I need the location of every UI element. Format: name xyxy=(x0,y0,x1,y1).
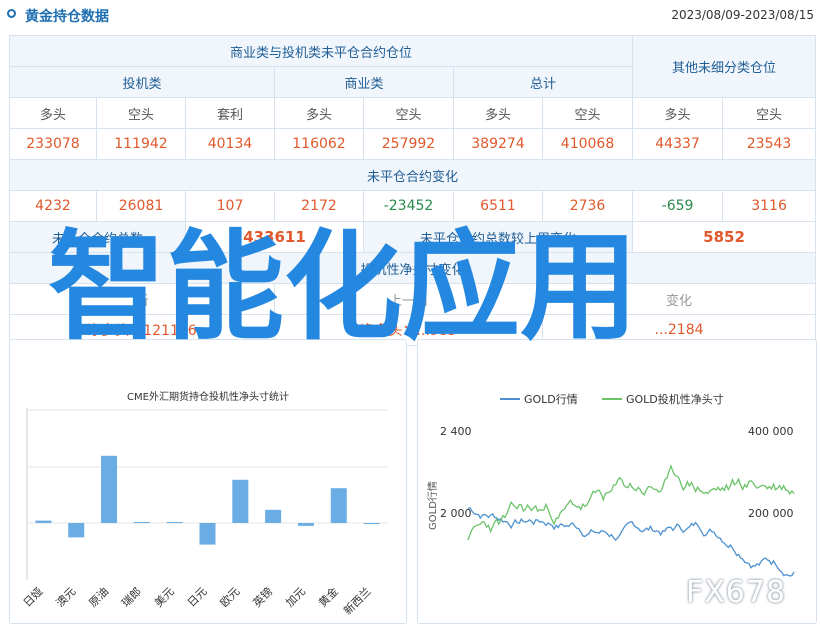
header-total: 总计 xyxy=(452,66,634,98)
column-header: 空头 xyxy=(541,97,634,129)
position-value: 111942 xyxy=(96,128,186,160)
change-value: -659 xyxy=(632,190,724,222)
circle-icon xyxy=(7,9,16,18)
bar-1 xyxy=(68,523,85,538)
column-header: 多头 xyxy=(453,97,543,129)
column-header: 空头 xyxy=(96,97,186,129)
page-header: 黄金持仓数据 2023/08/09-2023/08/15 xyxy=(0,0,820,30)
overlay-banner-text: 智能化应用 xyxy=(48,218,639,356)
bar-9 xyxy=(330,488,347,523)
bar-chart: CME外汇期货持仓投机性净头寸统计 日娅 澳元 原油 瑞郎 美元 日元 欧元 英镑 加元 黄金 新西… xyxy=(20,390,388,617)
bar-6 xyxy=(232,479,249,523)
x-tick-label: 美元 xyxy=(152,585,177,610)
x-tick-label: 黄金 xyxy=(315,584,340,609)
net-position-chart-panel: CME外汇期货持仓投机性净头寸统计 日娅 澳元 原油 瑞郎 美元 日元 欧元 英镑 加元 黄金 新西… xyxy=(9,339,407,624)
bar-3 xyxy=(133,522,150,523)
header-other: 其他未细分类仓位 xyxy=(632,35,817,98)
change-value: -23452 xyxy=(363,190,454,222)
x-tick-label: 欧元 xyxy=(218,585,243,610)
right-axis-tick: 200 000 xyxy=(748,507,794,520)
right-axis-tick: 400 000 xyxy=(748,425,794,438)
bar-7 xyxy=(265,509,282,523)
change-value: 2172 xyxy=(274,190,364,222)
x-tick-label: 加元 xyxy=(283,585,308,610)
watermark: FX678 xyxy=(686,575,787,610)
column-header: 空头 xyxy=(722,97,817,129)
x-tick-label: 瑞郎 xyxy=(119,584,144,609)
x-tick-label: 英镑 xyxy=(250,584,275,609)
column-header: 套利 xyxy=(185,97,275,129)
legend-net: GOLD投机性净头寸 xyxy=(626,392,724,406)
date-range: 2023/08/09-2023/08/15 xyxy=(671,8,814,22)
x-tick-label: 新西兰 xyxy=(340,584,373,617)
position-value: 233078 xyxy=(9,128,97,160)
change-value: 107 xyxy=(185,190,275,222)
change-value: 6511 xyxy=(453,190,543,222)
series-line-net xyxy=(467,464,795,541)
column-header: 多头 xyxy=(632,97,724,129)
x-tick-label: 日元 xyxy=(185,585,210,610)
position-value: 257992 xyxy=(363,128,454,160)
change-value: 3116 xyxy=(722,190,817,222)
change-value: 2736 xyxy=(541,190,634,222)
left-axis-tick: 2 000 xyxy=(440,507,472,520)
bar-2 xyxy=(101,455,118,523)
bar-4 xyxy=(166,522,183,523)
change-value: 4232 xyxy=(9,190,97,222)
position-value: 44337 xyxy=(632,128,724,160)
position-value: 389274 xyxy=(453,128,543,160)
x-tick-label: 原油 xyxy=(86,584,111,609)
change-value: 26081 xyxy=(96,190,186,222)
bar-5 xyxy=(199,523,216,545)
position-value: 116062 xyxy=(274,128,364,160)
position-value: 40134 xyxy=(185,128,275,160)
weekly-change-value: 5852 xyxy=(632,221,817,253)
bar-10 xyxy=(363,523,380,524)
page-title: 黄金持仓数据 xyxy=(25,9,109,25)
chart-title: CME外汇期货持仓投机性净头寸统计 xyxy=(127,390,289,403)
column-header: 空头 xyxy=(363,97,454,129)
position-value: 23543 xyxy=(722,128,817,160)
bar-8 xyxy=(297,523,314,526)
series-line-gold xyxy=(467,507,795,577)
legend-gold: GOLD行情 xyxy=(524,393,578,406)
left-axis-tick: 2 400 xyxy=(440,425,472,438)
header-speculative: 投机类 xyxy=(9,66,275,98)
bar-0 xyxy=(35,520,52,523)
left-axis-label: GOLD行情 xyxy=(426,481,439,530)
change-section-title: 未平仓合约变化 xyxy=(8,159,817,191)
column-header: 多头 xyxy=(274,97,364,129)
x-tick-label: 澳元 xyxy=(54,585,79,610)
header-commercial-speculative: 商业类与投机类未平仓合约仓位 xyxy=(8,35,634,67)
x-tick-label: 日娅 xyxy=(20,584,45,609)
header-commercial: 商业类 xyxy=(274,66,454,98)
column-header: 多头 xyxy=(9,97,97,129)
position-value: 410068 xyxy=(541,128,634,160)
